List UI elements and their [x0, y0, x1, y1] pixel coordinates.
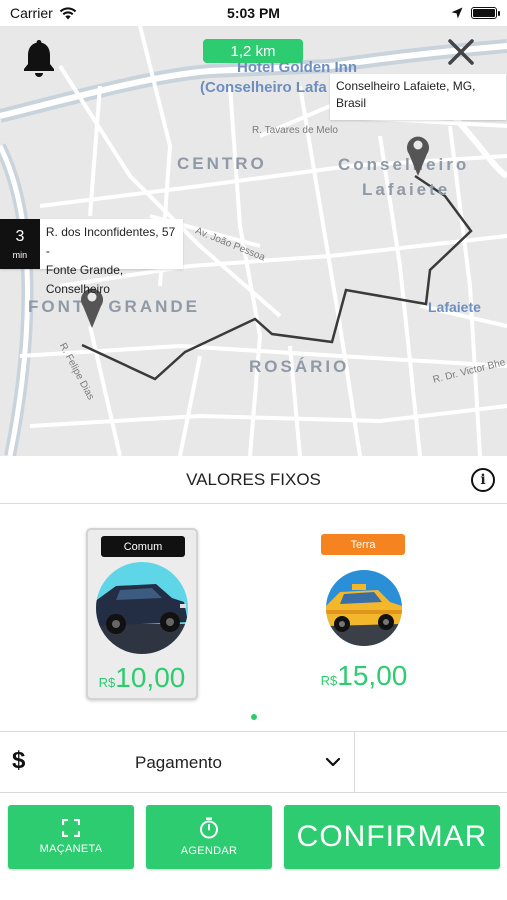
option-card-comum[interactable]: Comum R$10,00: [86, 528, 198, 700]
destination-callout: Conselheiro Lafaiete, MG, Brasil: [330, 74, 506, 120]
poi-hotel-line2: (Conselheiro Lafa: [200, 79, 327, 96]
status-right: [451, 7, 500, 19]
chevron-down-icon: [325, 757, 341, 767]
eta-unit: min: [12, 250, 28, 260]
district-conselheiro: Conselheiro: [338, 155, 470, 174]
focus-frame-icon: [62, 819, 80, 837]
payment-label: Pagamento: [135, 753, 222, 772]
close-icon[interactable]: [447, 38, 475, 66]
bell-icon[interactable]: [22, 38, 56, 78]
district-fonte-grande: FONTE GRANDE: [28, 297, 200, 316]
price-currency-comum: R$: [98, 675, 116, 690]
fixed-values-header: VALORES FIXOS i: [0, 456, 507, 504]
option-card-terra[interactable]: Terra R$15,00: [308, 528, 420, 700]
fixed-values-title: VALORES FIXOS: [186, 469, 321, 489]
stopwatch-icon: [200, 817, 218, 839]
price-comum: R$10,00: [88, 662, 196, 694]
info-icon[interactable]: i: [471, 468, 495, 492]
macaneta-label: MAÇANETA: [39, 843, 103, 855]
agendar-button[interactable]: AGENDAR: [146, 805, 272, 869]
battery-level: [473, 9, 495, 17]
poi-lafaiete: Lafaiete: [428, 299, 481, 315]
destination-pin-icon: [407, 136, 429, 176]
street-tavares: R. Tavares de Melo: [252, 125, 338, 136]
district-lafaiete: Lafaiete: [362, 180, 451, 199]
origin-line2: Fonte Grande, Conselheiro: [45, 263, 124, 296]
destination-line2: Brasil: [336, 96, 367, 110]
macaneta-button[interactable]: MAÇANETA: [8, 805, 134, 869]
origin-address: R. dos Inconfidentes, 57 - Fonte Grande,…: [40, 219, 183, 296]
payment-divider: [354, 732, 355, 792]
destination-line1: Conselheiro Lafaiete, MG,: [336, 79, 476, 93]
car-terra-icon: [326, 570, 402, 646]
dollar-icon: $: [12, 747, 26, 774]
status-bar: Carrier 5:03 PM: [0, 0, 507, 26]
price-value-comum: 10,00: [115, 662, 186, 693]
confirm-button[interactable]: CONFIRMAR: [284, 805, 500, 869]
origin-line1: R. dos Inconfidentes, 57 -: [45, 225, 176, 258]
price-value-terra: 15,00: [337, 660, 408, 691]
location-arrow-icon: [451, 7, 463, 19]
page-indicator-dot[interactable]: [251, 714, 257, 720]
payment-select[interactable]: $ Pagamento: [0, 732, 354, 792]
map-view[interactable]: Hotel Golden Inn (Conselheiro Lafa R. Ta…: [0, 26, 507, 456]
confirm-label: CONFIRMAR: [296, 820, 488, 853]
battery-icon: [471, 7, 500, 19]
origin-callout: 3 min R. dos Inconfidentes, 57 - Fonte G…: [0, 219, 183, 296]
payment-row: $ Pagamento: [0, 731, 507, 793]
district-centro: CENTRO: [177, 154, 267, 173]
carrier-label: Carrier: [10, 5, 53, 21]
district-rosario: ROSÁRIO: [249, 357, 350, 376]
agendar-label: AGENDAR: [180, 845, 238, 857]
option-badge-terra: Terra: [321, 534, 405, 555]
wifi-icon: [59, 6, 76, 19]
status-left: Carrier: [10, 5, 77, 21]
eta-value: 3: [15, 228, 25, 245]
distance-pill: 1,2 km: [203, 39, 303, 63]
option-badge-comum: Comum: [101, 536, 185, 557]
price-terra: R$15,00: [308, 660, 420, 692]
eta-box: 3 min: [0, 219, 40, 269]
car-comum-icon: [96, 562, 188, 654]
price-currency-terra: R$: [320, 673, 338, 688]
